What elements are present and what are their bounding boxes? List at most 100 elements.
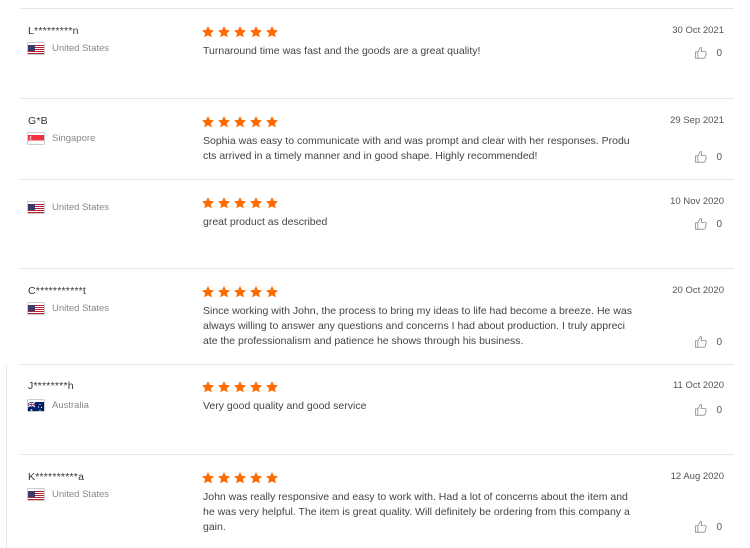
star-icon (217, 196, 231, 210)
review-divider (20, 179, 734, 180)
star-rating (201, 115, 279, 129)
reviewer-country: Australia (28, 400, 89, 411)
star-icon (233, 471, 247, 485)
review-date: 30 Oct 2021 (672, 25, 724, 36)
star-icon (201, 196, 215, 210)
reviewer-country: United States (28, 202, 109, 213)
review-date: 11 Oct 2020 (672, 380, 724, 391)
star-icon (233, 196, 247, 210)
singapore-flag-icon (28, 133, 44, 144)
review-divider (20, 268, 734, 269)
star-rating (201, 285, 279, 299)
review-date: 29 Sep 2021 (670, 115, 724, 126)
thumbs-up-icon[interactable] (694, 335, 708, 349)
thumbs-up-icon[interactable] (694, 46, 708, 60)
review-date: 12 Aug 2020 (670, 471, 724, 482)
reviewer-country: United States (28, 489, 109, 500)
helpful-count: 0 (716, 521, 722, 533)
country-name: United States (52, 489, 110, 500)
star-icon (265, 471, 279, 485)
star-icon (265, 115, 279, 129)
reviewer-name: G*B (28, 115, 48, 127)
star-icon (201, 380, 215, 394)
country-name: Singapore (52, 133, 96, 144)
review-date: 20 Oct 2020 (672, 285, 724, 296)
star-icon (265, 380, 279, 394)
helpful-count: 0 (716, 151, 722, 163)
review-item: K**********a United States John was real… (20, 471, 730, 548)
star-icon (217, 25, 231, 39)
star-icon (249, 380, 263, 394)
star-icon (201, 25, 215, 39)
star-rating (201, 196, 279, 210)
helpful-button[interactable]: 0 (694, 150, 722, 164)
helpful-button[interactable]: 0 (694, 217, 722, 231)
review-text: Very good quality and good service (203, 400, 367, 412)
reviewer-country: United States (28, 303, 109, 314)
review-item: G*B Singapore Sophia was easy to communi… (20, 115, 730, 177)
country-name: United States (52, 303, 110, 314)
reviewer-name: C***********t (28, 285, 87, 297)
star-icon (249, 115, 263, 129)
star-icon (201, 115, 215, 129)
review-item: L*********n United States Turnaround tim… (20, 25, 730, 95)
review-divider (20, 364, 734, 365)
star-icon (217, 285, 231, 299)
star-icon (233, 285, 247, 299)
star-icon (201, 285, 215, 299)
us-flag-icon (28, 489, 44, 500)
review-text: Turnaround time was fast and the goods a… (203, 45, 481, 57)
star-icon (217, 380, 231, 394)
review-text: John was really responsive and easy to w… (203, 491, 630, 533)
helpful-button[interactable]: 0 (694, 520, 722, 534)
top-divider (20, 8, 734, 9)
star-icon (249, 25, 263, 39)
us-flag-icon (28, 303, 44, 314)
australia-flag-icon (28, 400, 44, 411)
thumbs-up-icon[interactable] (694, 217, 708, 231)
country-name: Australia (52, 400, 89, 411)
reviewer-country: Singapore (28, 133, 95, 144)
left-border (6, 365, 7, 548)
star-rating (201, 25, 279, 39)
star-icon (249, 471, 263, 485)
star-icon (201, 471, 215, 485)
thumbs-up-icon[interactable] (694, 520, 708, 534)
star-icon (249, 196, 263, 210)
us-flag-icon (28, 202, 44, 213)
country-name: United States (52, 43, 110, 54)
review-item: United States great product as described… (20, 196, 730, 266)
star-icon (249, 285, 263, 299)
star-icon (233, 380, 247, 394)
review-text: Sophia was easy to communicate with and … (203, 135, 630, 162)
star-icon (217, 115, 231, 129)
helpful-button[interactable]: 0 (694, 335, 722, 349)
review-text: Since working with John, the process to … (203, 305, 632, 347)
thumbs-up-icon[interactable] (694, 403, 708, 417)
star-rating (201, 471, 279, 485)
review-divider (20, 454, 734, 455)
helpful-count: 0 (716, 218, 722, 230)
star-icon (217, 471, 231, 485)
helpful-button[interactable]: 0 (694, 403, 722, 417)
country-name: United States (52, 202, 110, 213)
reviewer-name: J********h (28, 380, 74, 392)
helpful-count: 0 (716, 336, 722, 348)
star-icon (233, 115, 247, 129)
star-icon (265, 285, 279, 299)
star-icon (265, 196, 279, 210)
helpful-count: 0 (716, 404, 722, 416)
star-rating (201, 380, 279, 394)
review-item: C***********t United States Since workin… (20, 285, 730, 361)
reviewer-country: United States (28, 43, 109, 54)
star-icon (265, 25, 279, 39)
star-icon (233, 25, 247, 39)
helpful-button[interactable]: 0 (694, 46, 722, 60)
review-date: 10 Nov 2020 (670, 196, 724, 207)
helpful-count: 0 (716, 47, 722, 59)
review-text: great product as described (203, 216, 328, 228)
reviewer-name: L*********n (28, 25, 79, 37)
us-flag-icon (28, 43, 44, 54)
thumbs-up-icon[interactable] (694, 150, 708, 164)
review-item: J********h Australia Very good quality a… (20, 380, 730, 450)
